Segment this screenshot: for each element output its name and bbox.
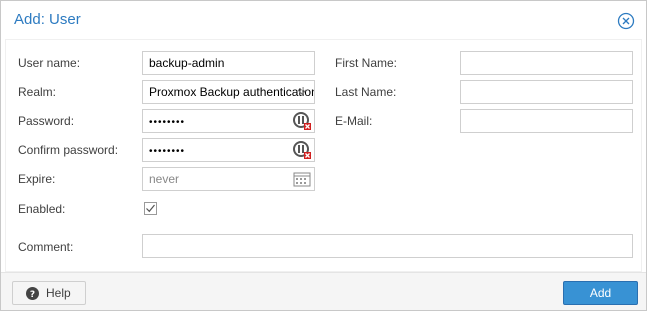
expire-label: Expire: [18, 172, 56, 186]
calendar-icon[interactable] [290, 168, 314, 190]
password-value: •••••••• [149, 117, 186, 128]
add-label: Add [589, 286, 612, 300]
comment-input[interactable] [142, 234, 633, 258]
password-input[interactable]: •••••••• [142, 109, 315, 133]
lastname-label: Last Name: [335, 85, 397, 99]
password-manager-icon[interactable] [290, 110, 314, 132]
svg-text:?: ? [30, 290, 35, 300]
expire-date-field[interactable]: never [142, 167, 315, 191]
chevron-down-icon[interactable] [290, 81, 314, 103]
enabled-label: Enabled: [18, 202, 66, 216]
dialog-body: User name: backup-admin Realm: Proxmox B… [5, 39, 642, 272]
checkmark-icon [146, 204, 155, 213]
question-circle-icon: ? [26, 286, 39, 300]
password-manager-icon[interactable] [290, 139, 314, 161]
enabled-checkbox[interactable] [144, 202, 157, 215]
password-label: Password: [18, 114, 75, 128]
username-value: backup-admin [149, 56, 225, 70]
firstname-input[interactable] [460, 51, 633, 75]
realm-label: Realm: [18, 85, 57, 99]
add-user-dialog: Add: User User name: backup-admin Realm:… [0, 0, 647, 311]
close-icon[interactable] [617, 12, 635, 30]
expire-placeholder: never [149, 172, 180, 186]
email-label: E-Mail: [335, 114, 373, 128]
dialog-footer: ? Help Add [1, 272, 646, 310]
lastname-input[interactable] [460, 80, 633, 104]
comment-label: Comment: [18, 240, 74, 254]
dialog-titlebar: Add: User [1, 1, 646, 39]
email-input[interactable] [460, 109, 633, 133]
dialog-title: Add: User [14, 11, 81, 28]
username-label: User name: [18, 56, 81, 70]
confirm-password-input[interactable]: •••••••• [142, 138, 315, 162]
firstname-label: First Name: [335, 56, 398, 70]
confirm-password-value: •••••••• [149, 146, 186, 157]
realm-select[interactable]: Proxmox Backup authentication server [142, 80, 315, 104]
help-label: Help [46, 286, 71, 300]
confirm-password-label: Confirm password: [18, 143, 119, 157]
help-button[interactable]: ? Help [12, 281, 86, 305]
add-button[interactable]: Add [563, 281, 638, 305]
username-input[interactable]: backup-admin [142, 51, 315, 75]
